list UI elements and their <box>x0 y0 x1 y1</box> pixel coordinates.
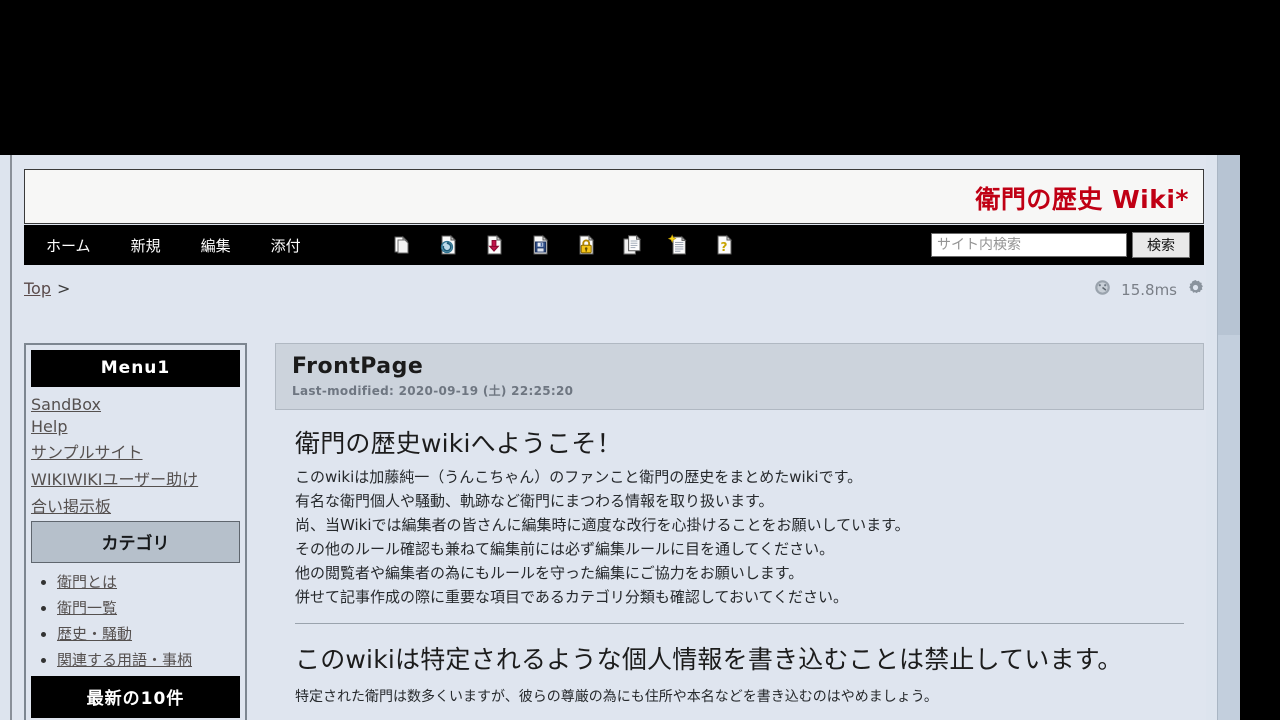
list-item: SandBox <box>31 395 240 414</box>
page-load-time: 15.8ms <box>1121 280 1177 299</box>
gauge-icon <box>1094 279 1111 300</box>
page-title: FrontPage <box>292 354 424 379</box>
content-body: 衛門の歴史wikiへようこそ！ このwikiは加藤純一（うんこちゃん）のファンこ… <box>275 410 1204 706</box>
nav-item-home[interactable]: ホーム <box>46 235 91 256</box>
page-new-icon[interactable] <box>667 234 689 256</box>
page-download-icon[interactable] <box>483 234 505 256</box>
sidebar: Menu1 SandBox Help サンプルサイト WIKIWIKIユーザー助… <box>24 343 247 720</box>
list-item: サンプルサイト <box>31 439 240 463</box>
list-item: 関連する用語・事柄 <box>57 649 240 670</box>
paragraph: 尚、当Wikiでは編集者の皆さんに編集時に適度な改行を心掛けることをお願いしてい… <box>295 516 910 534</box>
list-item: Help <box>31 417 240 436</box>
paragraph: その他のルール確認も兼ねて編集前には必ず編集ルールに目を通してください。 <box>295 540 835 558</box>
navigation-bar: ホーム 新規 編集 添付 ? サイト内検索 検索 <box>24 225 1204 265</box>
breadcrumb-row: Top > 15.8ms <box>24 273 1204 311</box>
paragraph: 特定された衛門は数多くいますが、彼らの尊厳の為にも住所や本名などを書き込むのはや… <box>295 689 938 705</box>
list-item: 衛門一覧 <box>57 597 240 618</box>
breadcrumb-separator: > <box>57 279 71 298</box>
nav-item-attach[interactable]: 添付 <box>271 235 301 256</box>
nav-item-edit[interactable]: 編集 <box>201 235 231 256</box>
sidebar-item-related-terms[interactable]: 関連する用語・事柄 <box>57 651 192 669</box>
page-title-box: FrontPage Last-modified: 2020-09-19 (土) … <box>275 343 1204 410</box>
status-area: 15.8ms <box>1094 279 1204 300</box>
sidebar-menu1-list: SandBox Help サンプルサイト WIKIWIKIユーザー助け 合い掲示… <box>31 395 240 517</box>
sidebar-heading-recent: 最新の10件 <box>31 676 240 718</box>
search-area: 検索 <box>931 225 1190 265</box>
page-reload-icon[interactable] <box>437 234 459 256</box>
paragraph: このwikiは加藤純一（うんこちゃん）のファンこと衛門の歴史をまとめたwikiで… <box>295 468 863 486</box>
list-item: 合い掲示板 <box>31 493 240 517</box>
list-item: 衛門とは <box>57 571 240 592</box>
browser-viewport: 衛門の歴史 Wiki* ホーム 新規 編集 添付 ? サイト内検索 検索 Top… <box>0 155 1240 720</box>
site-title: 衛門の歴史 Wiki* <box>975 185 1189 214</box>
search-button[interactable]: 検索 <box>1132 232 1190 258</box>
paragraph: 有名な衛門個人や騒動、軌跡など衛門にまつわる情報を取り扱います。 <box>295 492 774 510</box>
search-input[interactable] <box>931 233 1127 257</box>
page-copy-icon[interactable] <box>391 234 413 256</box>
breadcrumb: Top > <box>24 279 70 298</box>
breadcrumb-link-top[interactable]: Top <box>24 279 51 298</box>
save-floppy-icon[interactable] <box>529 234 551 256</box>
paragraph: 併せて記事作成の際に重要な項目であるカテゴリ分類も確認しておいてください。 <box>295 588 849 606</box>
section-heading-welcome: 衛門の歴史wikiへようこそ！ <box>295 429 622 458</box>
paragraph: 他の閲覧者や編集者の為にもルールを守った編集にご協力をお願いします。 <box>295 564 804 582</box>
sidebar-item-help[interactable]: Help <box>31 417 67 436</box>
sidebar-item-wikiwiki-help[interactable]: WIKIWIKIユーザー助け <box>31 470 198 489</box>
section-divider <box>295 623 1184 624</box>
page-duplicate-icon[interactable] <box>621 234 643 256</box>
screen: 衛門の歴史 Wiki* ホーム 新規 編集 添付 ? サイト内検索 検索 Top… <box>0 0 1280 720</box>
site-header-banner: 衛門の歴史 Wiki* <box>24 169 1204 224</box>
sidebar-item-bbs[interactable]: 合い掲示板 <box>31 497 111 516</box>
nav-links-group: ホーム 新規 編集 添付 <box>46 225 301 265</box>
page-lock-icon[interactable] <box>575 234 597 256</box>
nav-item-new[interactable]: 新規 <box>131 235 161 256</box>
help-icon[interactable]: ? <box>713 234 735 256</box>
sidebar-heading-menu1: Menu1 <box>31 350 240 387</box>
gear-icon[interactable] <box>1187 279 1204 300</box>
svg-text:?: ? <box>721 240 728 254</box>
sidebar-item-what-is-emon[interactable]: 衛門とは <box>57 573 117 591</box>
last-modified-text: Last-modified: 2020-09-19 (土) 22:25:20 <box>292 384 574 398</box>
nav-icons-group: ? <box>391 225 735 265</box>
vertical-scrollbar[interactable] <box>1217 155 1240 720</box>
sidebar-item-history-riot[interactable]: 歴史・騒動 <box>57 625 132 643</box>
list-item: WIKIWIKIユーザー助け <box>31 466 240 490</box>
scrollbar-thumb[interactable] <box>1218 155 1240 335</box>
section-heading-privacy: このwikiは特定されるような個人情報を書き込むことは禁止しています。 <box>295 645 1123 674</box>
sidebar-heading-category: カテゴリ <box>31 521 240 563</box>
sidebar-category-list: 衛門とは 衛門一覧 歴史・騒動 関連する用語・事柄 <box>31 571 240 670</box>
sidebar-item-sample-site[interactable]: サンプルサイト <box>31 443 143 462</box>
list-item: 歴史・騒動 <box>57 623 240 644</box>
wiki-site-container: 衛門の歴史 Wiki* ホーム 新規 編集 添付 ? サイト内検索 検索 Top… <box>12 155 1206 720</box>
sidebar-item-sandbox[interactable]: SandBox <box>31 395 101 414</box>
main-content: FrontPage Last-modified: 2020-09-19 (土) … <box>275 343 1204 706</box>
sidebar-item-emon-list[interactable]: 衛門一覧 <box>57 599 117 617</box>
